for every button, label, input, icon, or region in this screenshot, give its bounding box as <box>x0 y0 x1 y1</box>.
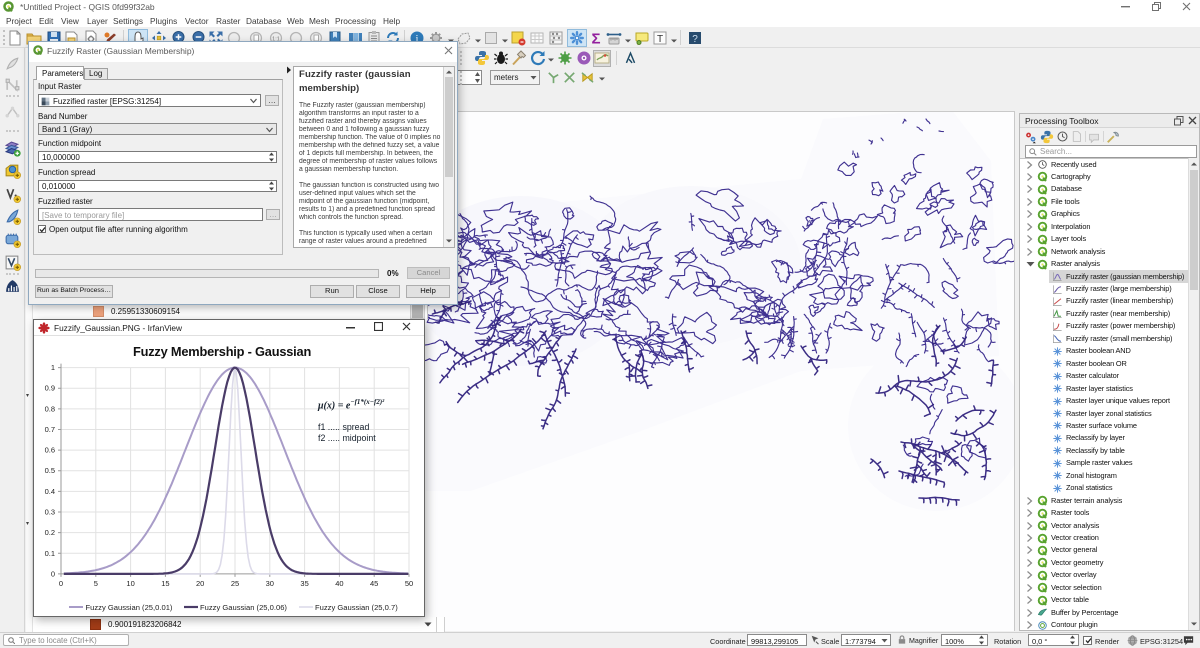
svg-text:0.5: 0.5 <box>45 466 55 475</box>
svg-text:25: 25 <box>231 579 239 588</box>
svg-text:5: 5 <box>94 579 98 588</box>
svg-text:1: 1 <box>51 363 55 372</box>
svg-text:0.8: 0.8 <box>45 404 55 413</box>
svg-text:15: 15 <box>161 579 169 588</box>
svg-text:40: 40 <box>335 579 343 588</box>
svg-text:0.9: 0.9 <box>45 384 55 393</box>
svg-text:0.4: 0.4 <box>45 487 55 496</box>
svg-text:20: 20 <box>196 579 204 588</box>
svg-text:T: T <box>657 34 663 45</box>
svg-text:?: ? <box>692 34 698 45</box>
svg-text:35: 35 <box>300 579 308 588</box>
svg-text:Σ: Σ <box>591 31 600 47</box>
svg-text:Fuzzy Gaussian (25,0.06): Fuzzy Gaussian (25,0.06) <box>200 603 287 612</box>
svg-text:0.2: 0.2 <box>45 528 55 537</box>
svg-text:0.6: 0.6 <box>45 446 55 455</box>
svg-text:30: 30 <box>266 579 274 588</box>
svg-text:0.1: 0.1 <box>45 549 55 558</box>
svg-text:0: 0 <box>59 579 63 588</box>
svg-text:Fuzzy Gaussian (25,0.01): Fuzzy Gaussian (25,0.01) <box>86 603 173 612</box>
svg-text:Fuzzy Gaussian (25,0.7): Fuzzy Gaussian (25,0.7) <box>315 603 398 612</box>
svg-text:50: 50 <box>405 579 413 588</box>
svg-text:0.3: 0.3 <box>45 508 55 517</box>
svg-text:0: 0 <box>51 569 55 578</box>
svg-text:10: 10 <box>126 579 134 588</box>
svg-text:0.7: 0.7 <box>45 425 55 434</box>
svg-text:45: 45 <box>370 579 378 588</box>
